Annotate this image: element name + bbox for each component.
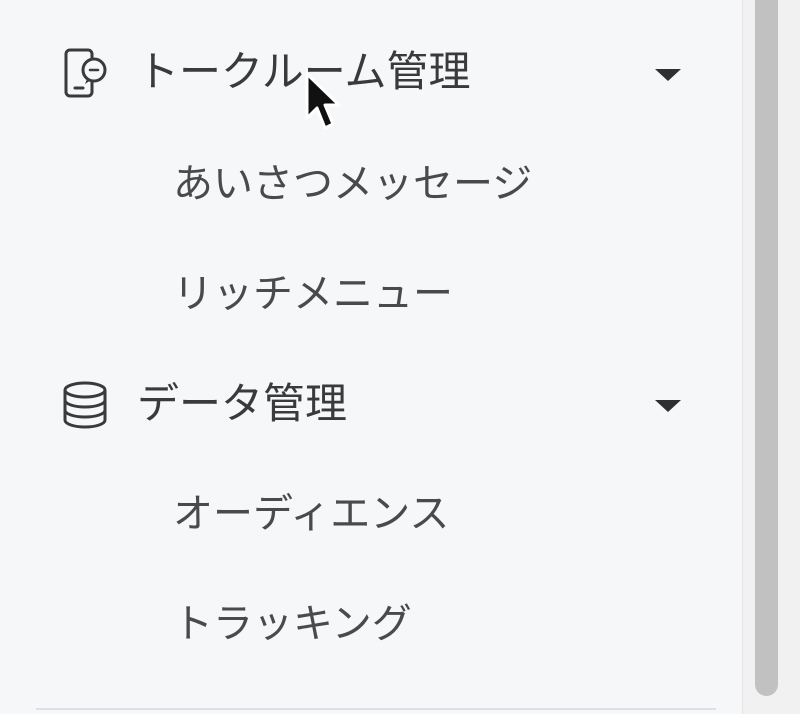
sidebar-item-audience[interactable]: オーディエンス (0, 476, 742, 552)
chat-phone-icon (58, 46, 112, 100)
sidebar-section-label: データ管理 (137, 379, 348, 428)
chevron-down-icon[interactable] (655, 400, 681, 412)
sidebar-section-talkroom[interactable]: トークルーム管理 (0, 36, 742, 112)
sidebar-item-label: オーディエンス (173, 491, 450, 537)
sidebar-item-label: トラッキング (173, 601, 412, 647)
sidebar-divider (36, 708, 716, 710)
sidebar-item-label: あいさつメッセージ (173, 161, 533, 207)
sidebar-item-tracking[interactable]: トラッキング (0, 586, 742, 662)
scrollbar-thumb[interactable] (755, 0, 778, 696)
sidebar-item-rich-menu[interactable]: リッチメニュー (0, 256, 742, 332)
sidebar-nav: トークルーム管理 あいさつメッセージ リッチメニュー データ管理 オーディエンス… (0, 0, 742, 714)
sidebar-section-label: トークルーム管理 (137, 47, 471, 96)
database-icon (58, 378, 112, 432)
sidebar-section-data[interactable]: データ管理 (0, 366, 742, 442)
chevron-down-icon[interactable] (655, 69, 681, 81)
sidebar-item-label: リッチメニュー (173, 271, 453, 317)
sidebar-item-greeting-message[interactable]: あいさつメッセージ (0, 146, 742, 222)
